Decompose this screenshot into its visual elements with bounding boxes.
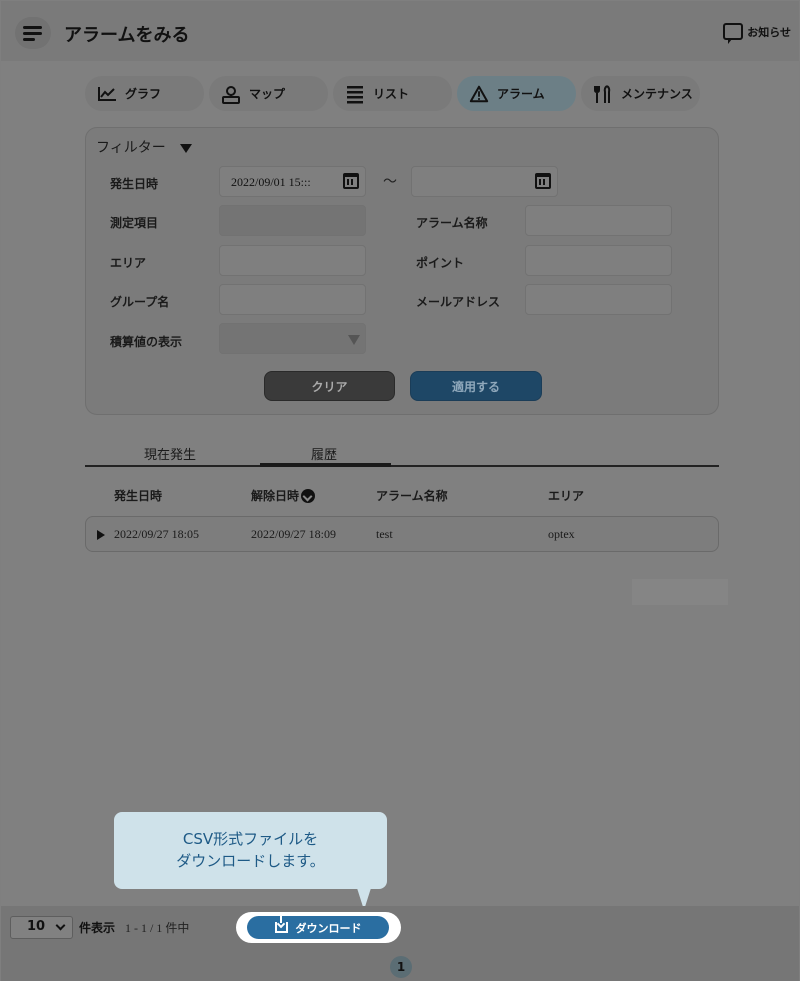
- point-label: ポイント: [416, 256, 465, 270]
- cell-released: 2022/09/27 18:09: [251, 527, 337, 541]
- per-page-select[interactable]: 10: [10, 916, 73, 939]
- mail-input[interactable]: [525, 284, 672, 315]
- hamburger-menu-button[interactable]: [15, 17, 51, 49]
- point-input[interactable]: [525, 245, 672, 276]
- column-header-released[interactable]: 解除日時: [251, 487, 316, 504]
- filter-toggle[interactable]: フィルター: [96, 137, 192, 157]
- tab-label: リスト: [373, 87, 410, 101]
- cell-occurred: 2022/09/27 18:05: [114, 527, 200, 541]
- date-to-input[interactable]: [411, 166, 558, 197]
- mail-label: メールアドレス: [416, 295, 501, 309]
- tab-graph[interactable]: グラフ: [85, 76, 204, 111]
- measure-label: 測定項目: [110, 216, 159, 230]
- alarm-name-label: アラーム名称: [416, 216, 488, 230]
- column-header-occurred[interactable]: 発生日時: [114, 487, 162, 504]
- chart-line-icon: [97, 84, 117, 104]
- map-pin-icon: [221, 84, 241, 104]
- tab-label: グラフ: [125, 87, 162, 101]
- chevron-down-icon: [55, 920, 66, 931]
- integrated-select[interactable]: [219, 323, 366, 354]
- integrated-label: 積算値の表示: [110, 335, 183, 349]
- tools-icon: [593, 84, 613, 104]
- column-header-area[interactable]: エリア: [548, 487, 584, 504]
- date-label: 発生日時: [110, 177, 159, 191]
- sort-desc-icon[interactable]: [301, 488, 316, 503]
- area-label: エリア: [110, 256, 147, 270]
- download-label: ダウンロード: [295, 921, 362, 935]
- per-page-value: 10: [27, 919, 46, 934]
- range-tilde: ～: [383, 174, 397, 190]
- download-button[interactable]: ダウンロード: [247, 916, 389, 939]
- expand-row-icon[interactable]: [97, 530, 105, 540]
- date-from-value: 2022/09/01 15:::: [231, 175, 311, 189]
- tab-current[interactable]: 現在発生: [144, 444, 196, 463]
- measure-input[interactable]: [219, 205, 366, 236]
- tab-maintenance[interactable]: メンテナンス: [581, 76, 700, 111]
- tab-label: メンテナンス: [621, 87, 693, 101]
- tab-map[interactable]: マップ: [209, 76, 328, 111]
- alarm-name-input[interactable]: [525, 205, 672, 236]
- cell-area: optex: [548, 527, 575, 541]
- placeholder-block: [632, 579, 728, 605]
- download-tooltip: CSV形式ファイルを ダウンロードします。: [114, 812, 387, 889]
- filter-title: フィルター: [96, 140, 166, 156]
- message-icon: [723, 23, 744, 44]
- warning-icon: [469, 84, 489, 104]
- notice-label: お知らせ: [747, 25, 791, 39]
- tooltip-line: ダウンロードします。: [176, 852, 325, 870]
- date-from-input[interactable]: 2022/09/01 15:::: [219, 166, 366, 197]
- clear-button[interactable]: クリア: [264, 371, 395, 401]
- column-header-label: アラーム名称: [376, 489, 448, 503]
- calendar-icon[interactable]: [343, 173, 359, 189]
- menu-bar-icon: [23, 38, 35, 41]
- area-input[interactable]: [219, 245, 366, 276]
- group-label: グループ名: [110, 295, 170, 309]
- caret-down-icon: [348, 335, 360, 345]
- apply-button[interactable]: 適用する: [410, 371, 542, 401]
- download-icon: [274, 916, 288, 933]
- caret-down-icon: [179, 143, 192, 153]
- per-page-label: 件表示: [79, 921, 116, 935]
- calendar-icon[interactable]: [535, 173, 551, 189]
- menu-bar-icon: [23, 32, 42, 35]
- column-header-label: 発生日時: [114, 489, 163, 503]
- download-highlight: ダウンロード: [236, 912, 401, 943]
- column-header-label: エリア: [548, 489, 585, 503]
- group-input[interactable]: [219, 284, 366, 315]
- column-header-label: 解除日時: [251, 489, 300, 503]
- column-header-alarm-name[interactable]: アラーム名称: [376, 487, 448, 504]
- filter-panel: フィルター 発生日時 2022/09/01 15::: ～ 測定項目 アラーム名…: [85, 127, 719, 415]
- page-title: アラームをみる: [64, 25, 190, 46]
- active-tab-indicator: [260, 463, 391, 467]
- notice-button[interactable]: お知らせ: [723, 23, 791, 44]
- view-tabs: グラフ マップ リスト アラーム メンテナンス: [85, 76, 700, 111]
- menu-bar-icon: [23, 26, 42, 29]
- tooltip-line: CSV形式ファイルを: [182, 830, 319, 848]
- tab-label: マップ: [249, 87, 286, 101]
- tab-label: アラーム: [497, 87, 545, 101]
- app-header: アラームをみる お知らせ: [1, 1, 799, 61]
- tab-history[interactable]: 履歴: [311, 444, 337, 463]
- app-page: アラームをみる お知らせ グラフ マップ リスト アラーム メンテナンス フィル…: [1, 1, 799, 981]
- table-row[interactable]: 2022/09/27 18:05 2022/09/27 18:09 test o…: [85, 516, 719, 552]
- alarm-subtabs: 現在発生 履歴: [85, 441, 719, 467]
- tab-alarm[interactable]: アラーム: [457, 76, 576, 111]
- tab-list[interactable]: リスト: [333, 76, 452, 111]
- list-icon: [345, 84, 365, 104]
- result-range: 1 - 1 / 1 件中: [125, 921, 190, 935]
- pagination-page-1[interactable]: 1: [390, 956, 412, 978]
- cell-alarm-name: test: [376, 527, 393, 541]
